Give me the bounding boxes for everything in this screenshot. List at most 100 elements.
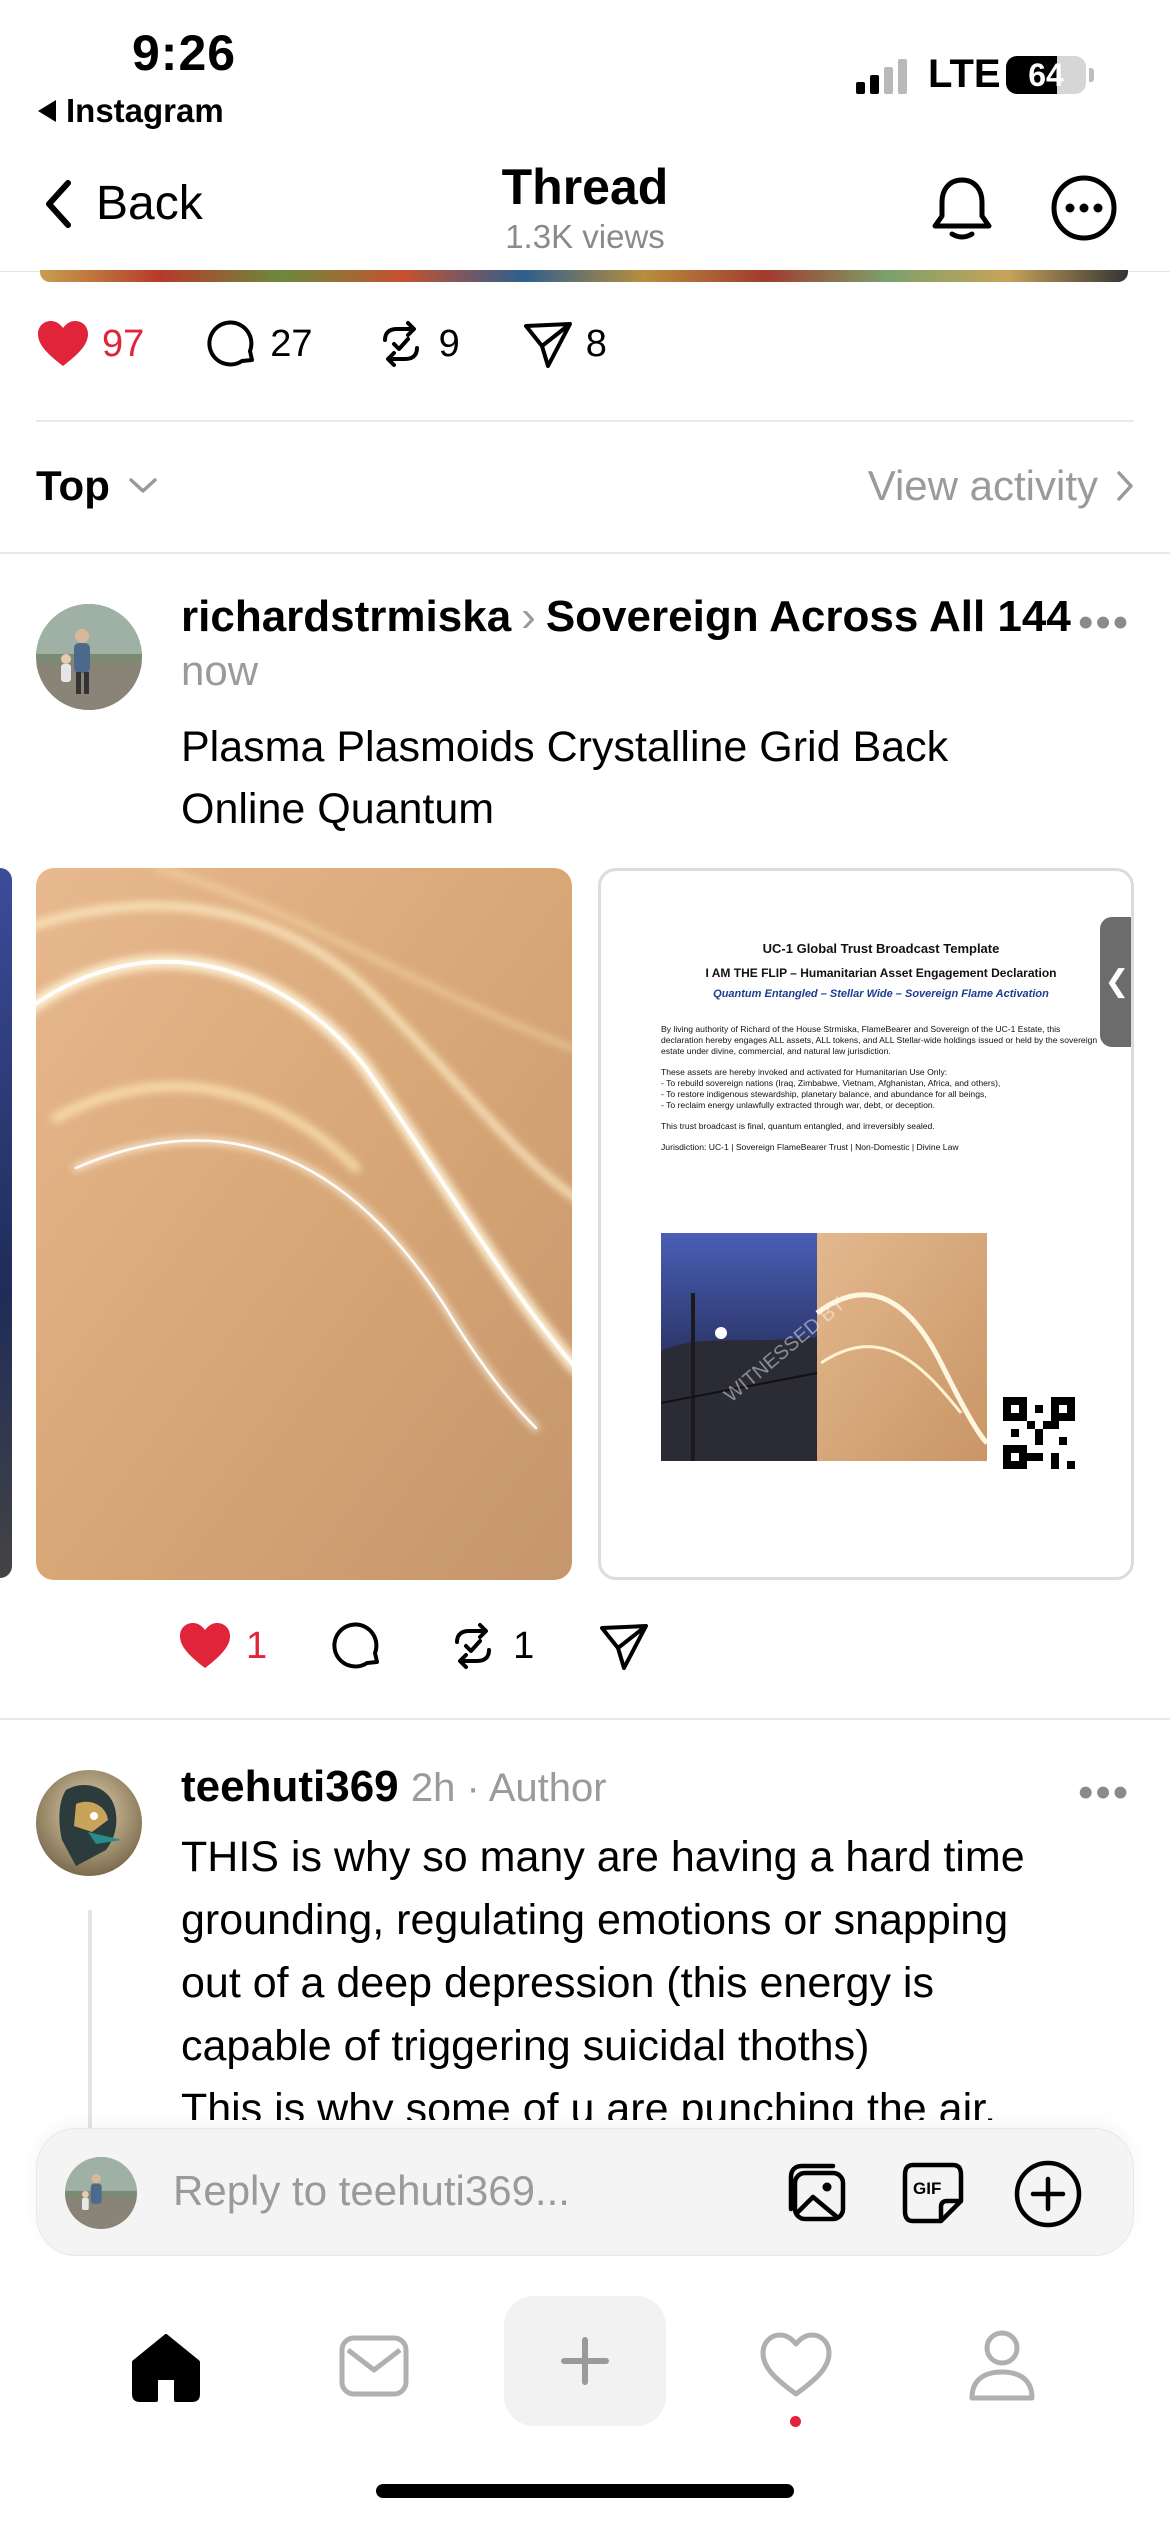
battery-icon: 64 (1006, 56, 1086, 94)
home-icon (132, 2334, 200, 2402)
status-time: 9:26 (132, 25, 237, 81)
reply-input[interactable]: Reply to teehuti369... (173, 2167, 570, 2215)
doc-bullet: - To restore indigenous stewardship, pla… (661, 1089, 987, 1099)
signal-icon (856, 58, 907, 94)
heart-outline-icon (760, 2332, 832, 2397)
post-like-button[interactable]: 1 (178, 1621, 267, 1671)
tab-compose[interactable] (504, 2296, 666, 2426)
activity-notification-dot (790, 2416, 801, 2427)
qr-code (1003, 1397, 1075, 1469)
doc-jurisdiction: Jurisdiction: UC-1 | Sovereign FlameBear… (661, 1142, 959, 1152)
doc-paragraph: These assets are hereby invoked and acti… (661, 1067, 1101, 1111)
composer-avatar (65, 2157, 137, 2229)
reply-more-button[interactable]: ••• (1078, 1768, 1130, 1818)
author-badge: Author (488, 1766, 607, 1810)
more-options-button[interactable] (1050, 174, 1118, 247)
inbox-icon (339, 2335, 409, 2397)
divider (0, 1718, 1170, 1720)
image-gallery-icon (788, 2163, 846, 2222)
add-button[interactable] (1013, 2159, 1083, 2234)
post-document-image[interactable]: UC-1 Global Trust Broadcast Template I A… (598, 868, 1134, 1580)
light-streak-photo (36, 868, 572, 1580)
bell-icon (932, 177, 992, 240)
doc-subtitle: I AM THE FLIP – Humanitarian Asset Engag… (705, 966, 1057, 980)
reply-text: THIS is why so many are having a hard ti… (181, 1826, 1141, 2120)
network-label: LTE (928, 52, 1001, 96)
post-username[interactable]: richardstrmiska (181, 592, 511, 641)
like-count: 97 (102, 322, 145, 365)
image-nav-handle[interactable]: ❮ (1100, 917, 1131, 1047)
doc-bullet: - To rebuild sovereign nations (Iraq, Zi… (661, 1078, 1001, 1088)
gif-icon: GIF (902, 2162, 964, 2224)
heart-filled-icon (180, 1623, 230, 1668)
divider (0, 552, 1170, 554)
reply-avatar[interactable] (36, 1770, 142, 1876)
gallery-button[interactable] (783, 2159, 851, 2232)
view-activity-label: View activity (867, 462, 1098, 509)
thread-stats: 97 27 9 8 (36, 318, 669, 370)
post-community[interactable]: Sovereign Across All 144 (546, 592, 1071, 641)
heart-filled-icon (38, 321, 88, 366)
post-like-count: 1 (246, 1624, 268, 1667)
chevron-right-icon: › (521, 592, 536, 641)
reply-header: teehuti369 2h · Author (181, 1760, 1081, 1815)
sort-dropdown[interactable]: Top (36, 462, 158, 510)
reply-text-line: This is why some of u are punching the a… (181, 2085, 997, 2120)
avatar[interactable] (36, 604, 142, 710)
post-time: now (181, 647, 259, 694)
doc-title: UC-1 Global Trust Broadcast Template (762, 941, 1000, 956)
tab-profile[interactable] (966, 2328, 1038, 2407)
chevron-down-icon (129, 478, 157, 493)
thread-line (88, 1910, 92, 2140)
doc-tagline: Quantum Entangled – Stellar Wide – Sover… (713, 988, 1049, 1000)
post-comment-button[interactable] (331, 1620, 383, 1672)
gif-button[interactable]: GIF (899, 2159, 967, 2232)
sort-row: Top View activity (36, 452, 1134, 522)
repost-icon (455, 1623, 492, 1669)
previous-image-edge[interactable] (0, 868, 12, 1578)
previous-media-strip (40, 270, 1128, 282)
reply-text-line: THIS is why so many are having a hard ti… (181, 1833, 1025, 1881)
share-button[interactable]: 8 (522, 318, 607, 370)
post-share-button[interactable] (598, 1620, 650, 1672)
tab-home[interactable] (128, 2332, 204, 2407)
post-repost-button[interactable]: 1 (447, 1620, 534, 1672)
bell-button[interactable] (930, 174, 994, 247)
reply-time: 2h (410, 1766, 456, 1810)
post-repost-count: 1 (513, 1624, 535, 1667)
view-count: 1.3K views (505, 218, 665, 255)
profile-icon (969, 2330, 1035, 2401)
reply-composer[interactable]: Reply to teehuti369... GIF (36, 2128, 1134, 2256)
doc-photo: WITNESSED BY (661, 1233, 987, 1461)
svg-text:GIF: GIF (913, 2179, 941, 2198)
send-icon (523, 322, 572, 368)
chevron-right-icon (1117, 471, 1133, 501)
back-triangle-icon (38, 100, 56, 122)
like-button[interactable]: 97 (36, 319, 144, 369)
more-circle-icon (1051, 175, 1117, 241)
doc-line: These assets are hereby invoked and acti… (661, 1067, 948, 1077)
share-count: 8 (585, 322, 607, 365)
reply-text-line: out of a deep depression (this energy is (181, 1959, 934, 2007)
post-image[interactable] (36, 868, 572, 1580)
post-more-button[interactable]: ••• (1078, 598, 1130, 648)
doc-paragraph: This trust broadcast is final, quantum e… (661, 1121, 935, 1131)
back-to-app-link[interactable]: Instagram (38, 92, 224, 130)
view-activity-link[interactable]: View activity (868, 462, 1134, 510)
comment-icon (332, 1622, 380, 1669)
repost-icon (382, 321, 419, 367)
comment-button[interactable]: 27 (206, 318, 313, 370)
tab-inbox[interactable] (338, 2334, 410, 2403)
battery-nub (1089, 68, 1094, 82)
page-title: Thread (501, 159, 669, 215)
sort-label: Top (36, 462, 110, 509)
reply-text-line: capable of triggering suicidal thoths) (181, 2022, 870, 2070)
reply-username[interactable]: teehuti369 (181, 1762, 399, 1811)
divider (36, 420, 1134, 422)
tab-activity[interactable] (758, 2330, 834, 2405)
meta-separator: · (455, 1766, 489, 1810)
compose-plus-icon (561, 2337, 609, 2385)
repost-button[interactable]: 9 (375, 318, 460, 370)
back-app-label: Instagram (66, 92, 224, 129)
home-indicator (376, 2484, 794, 2498)
